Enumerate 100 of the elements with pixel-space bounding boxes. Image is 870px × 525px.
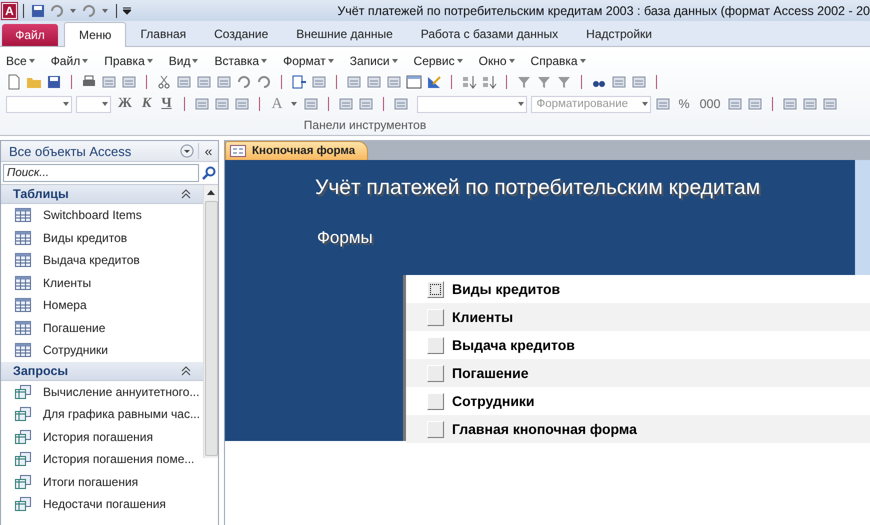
nav-item[interactable]: Сотрудники bbox=[1, 339, 203, 362]
redo-icon[interactable] bbox=[81, 2, 97, 18]
nav-item[interactable]: Клиенты bbox=[1, 272, 203, 294]
button-label: Клиенты bbox=[452, 309, 514, 325]
save-icon[interactable] bbox=[46, 74, 62, 90]
search-field[interactable]: Поиск... bbox=[3, 164, 199, 182]
menu-item[interactable]: Формат bbox=[281, 51, 342, 71]
caret-icon bbox=[580, 59, 586, 63]
ribbon-tab[interactable]: Работа с базами данных bbox=[406, 22, 572, 46]
caret-icon bbox=[28, 59, 35, 63]
switchboard-button[interactable] bbox=[427, 336, 444, 354]
document-tab[interactable]: Кнопочная форма bbox=[225, 141, 368, 160]
nav-item[interactable]: История погашения bbox=[1, 426, 203, 448]
table-icon bbox=[15, 298, 31, 312]
menu-item[interactable]: Записи bbox=[348, 51, 406, 71]
app-logo: A bbox=[2, 2, 17, 18]
collapse-button[interactable]: « bbox=[198, 143, 218, 159]
menu-item[interactable]: Файл bbox=[48, 51, 96, 71]
nav-item[interactable]: История погашения поме... bbox=[1, 448, 203, 470]
ribbon-tab[interactable]: Надстройки bbox=[572, 22, 666, 46]
nav-item[interactable]: Погашение bbox=[1, 316, 203, 339]
caret-icon bbox=[63, 102, 69, 106]
switchboard-button[interactable] bbox=[427, 420, 444, 438]
percent-button[interactable]: % bbox=[675, 97, 693, 111]
save-icon[interactable] bbox=[30, 2, 46, 18]
switchboard-button[interactable] bbox=[427, 280, 444, 298]
undo-icon[interactable] bbox=[236, 74, 252, 90]
redo-icon[interactable] bbox=[256, 74, 272, 90]
filter-icon[interactable] bbox=[556, 74, 572, 90]
caret-icon bbox=[70, 8, 76, 12]
caret-icon bbox=[261, 59, 268, 63]
ribbon-tab[interactable]: Создание bbox=[200, 22, 282, 46]
nav-item[interactable]: Выдача кредитов bbox=[1, 249, 203, 272]
scissors-icon[interactable] bbox=[156, 74, 172, 90]
caret-icon bbox=[518, 102, 524, 106]
caret-icon bbox=[102, 8, 108, 12]
nav-item[interactable]: Итоги погашения bbox=[1, 470, 203, 493]
caret-icon bbox=[328, 59, 334, 63]
sort-descending-icon[interactable] bbox=[481, 74, 497, 90]
table-icon bbox=[15, 230, 31, 245]
ribbon-tab[interactable]: Главная bbox=[126, 22, 200, 46]
nav-item[interactable]: Switchboard Items bbox=[1, 204, 203, 226]
filter-selection-icon[interactable] bbox=[516, 74, 532, 90]
ribbon-tab[interactable]: Меню bbox=[64, 22, 126, 47]
window-icon[interactable] bbox=[406, 74, 422, 90]
query-icon bbox=[15, 407, 31, 422]
nav-item[interactable]: Виды кредитов bbox=[1, 226, 203, 249]
ribbon-tab[interactable]: Файл bbox=[2, 24, 58, 46]
button-label: Виды кредитов bbox=[452, 281, 560, 297]
chevrons-up-icon bbox=[181, 189, 191, 199]
thousands-button[interactable]: 000 bbox=[696, 97, 724, 111]
caret-icon bbox=[642, 102, 648, 106]
caret-icon bbox=[102, 102, 108, 106]
menu-item[interactable]: Все bbox=[4, 51, 43, 71]
menu-item[interactable]: Вставка bbox=[212, 51, 276, 71]
switchboard-button[interactable] bbox=[427, 392, 444, 410]
query-icon bbox=[15, 430, 31, 444]
font-name-combo[interactable] bbox=[6, 96, 72, 112]
group-header[interactable]: Таблицы bbox=[1, 185, 203, 204]
menu-item[interactable]: Окно bbox=[476, 51, 523, 71]
switchboard-button[interactable] bbox=[427, 308, 444, 326]
button-label: Погашение bbox=[452, 365, 529, 381]
caret-icon bbox=[192, 59, 198, 63]
menu-item[interactable]: Справка bbox=[528, 51, 594, 71]
button-label: Главная кнопочная форма bbox=[452, 421, 637, 437]
scrollbar[interactable] bbox=[203, 185, 218, 458]
caret-icon bbox=[508, 59, 515, 63]
ribbon-tab[interactable]: Внешние данные bbox=[282, 22, 407, 46]
search-icon[interactable] bbox=[202, 166, 216, 180]
nav-item[interactable]: Недостачи погашения bbox=[1, 493, 203, 516]
italic-button[interactable]: К bbox=[138, 96, 154, 112]
filter-form-icon[interactable] bbox=[536, 74, 552, 90]
sort-ascending-icon[interactable] bbox=[461, 74, 477, 90]
query-icon bbox=[15, 384, 31, 399]
table-icon bbox=[15, 320, 31, 335]
menu-item[interactable]: Сервис bbox=[412, 51, 471, 71]
underline-button[interactable]: Ч bbox=[158, 96, 175, 112]
new-document-icon[interactable] bbox=[6, 74, 22, 90]
nav-item[interactable]: Вычисление аннуитетного... bbox=[1, 380, 203, 403]
nav-item[interactable]: Для графика равными час... bbox=[1, 403, 203, 426]
menu-item[interactable]: Вид bbox=[166, 51, 206, 71]
query-icon bbox=[15, 497, 31, 512]
nav-item[interactable]: Номера bbox=[1, 294, 203, 316]
dropdown-icon[interactable] bbox=[180, 144, 194, 158]
scroll-up-icon[interactable] bbox=[207, 190, 215, 195]
undo-icon[interactable] bbox=[49, 2, 65, 18]
form-subtitle: Формы bbox=[317, 228, 374, 248]
object-combo[interactable] bbox=[417, 96, 528, 112]
table-icon bbox=[15, 276, 31, 290]
form-icon bbox=[230, 145, 246, 157]
table-icon bbox=[15, 253, 31, 268]
group-header[interactable]: Запросы bbox=[1, 362, 203, 380]
font-size-combo[interactable] bbox=[76, 96, 111, 112]
group-label: Панели инструментов bbox=[302, 118, 428, 134]
bold-button[interactable]: Ж bbox=[115, 96, 135, 112]
switchboard-button[interactable] bbox=[427, 364, 444, 382]
customize-toolbar-icon[interactable] bbox=[123, 6, 131, 14]
caret-icon bbox=[82, 59, 88, 63]
caret-icon bbox=[146, 59, 153, 63]
menu-item[interactable]: Правка bbox=[102, 51, 161, 71]
